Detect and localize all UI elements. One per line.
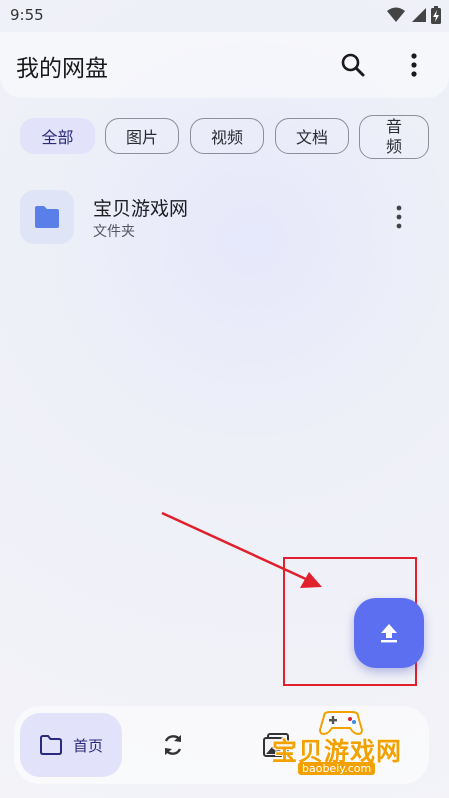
battery-icon [431, 6, 441, 24]
sync-icon[interactable] [160, 732, 186, 758]
chip-all[interactable]: 全部 [20, 118, 95, 154]
upload-icon [381, 624, 397, 643]
folder-thumbnail [20, 190, 74, 244]
list-item[interactable]: 宝贝游戏网 文件夹 [20, 188, 430, 246]
chip-audio[interactable]: 音 频 [359, 115, 429, 159]
chip-documents[interactable]: 文档 [275, 118, 349, 154]
chip-label-line1: 音 [385, 117, 402, 136]
nav-home-label: 首页 [72, 736, 103, 755]
folder-outline-icon [39, 735, 62, 755]
folder-icon [35, 206, 59, 228]
file-name: 宝贝游戏网 [93, 198, 189, 220]
chip-label: 文档 [295, 128, 328, 147]
watermark-url: baobeiy.com [298, 762, 376, 775]
page-title: 我的网盘 [16, 56, 108, 82]
nav-home[interactable]: 首页 [20, 713, 122, 777]
chip-videos[interactable]: 视频 [190, 118, 264, 154]
file-type: 文件夹 [93, 224, 135, 240]
search-icon[interactable] [340, 52, 366, 78]
chip-images[interactable]: 图片 [105, 118, 179, 154]
status-bar: 9:55 [0, 0, 449, 32]
chip-label: 图片 [125, 128, 158, 147]
watermark: 宝贝游戏网 baobeiy.com [268, 708, 428, 778]
chip-label: 视频 [210, 128, 243, 147]
chip-label: 全部 [41, 128, 74, 147]
upload-button[interactable] [354, 598, 424, 668]
more-vert-icon[interactable] [402, 52, 426, 78]
chip-label-line2: 频 [385, 137, 402, 156]
status-time: 9:55 [10, 6, 44, 24]
more-vert-icon[interactable] [388, 204, 410, 230]
status-icons [387, 6, 441, 24]
wifi-icon [387, 7, 405, 22]
app-bar: 我的网盘 [0, 32, 449, 98]
signal-icon [412, 8, 426, 22]
